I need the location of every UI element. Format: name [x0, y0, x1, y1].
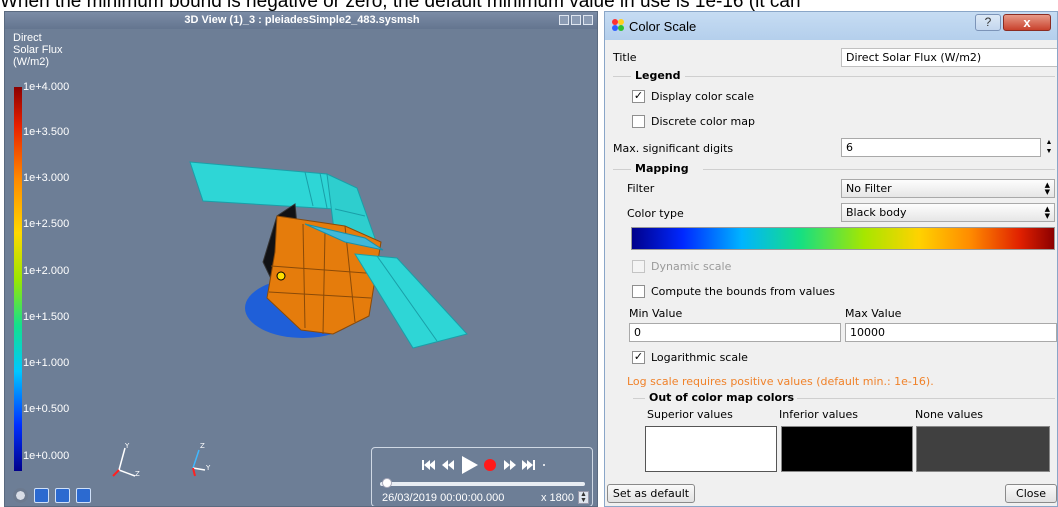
help-button[interactable]: ?: [975, 14, 1001, 31]
max-digits-input[interactable]: 6: [841, 138, 1041, 157]
record-icon[interactable]: [484, 459, 496, 471]
close-button[interactable]: Close: [1005, 484, 1057, 503]
log-scale-warning: Log scale requires positive values (defa…: [627, 375, 934, 388]
max-digits-spinner[interactable]: ▲ ▼: [1043, 138, 1055, 157]
color-scale-dialog: Color Scale ? x Title Direct Solar Flux …: [604, 11, 1058, 507]
axes-triad-icon: Z Y: [192, 442, 211, 477]
play-icon[interactable]: [462, 456, 478, 474]
divider: [703, 169, 1055, 170]
max-digits-label: Max. significant digits: [613, 142, 734, 155]
time-slider[interactable]: [380, 478, 585, 488]
color-type-label: Color type: [627, 207, 684, 220]
set-as-default-button[interactable]: Set as default: [607, 484, 695, 503]
log-scale-checkbox[interactable]: ✓: [632, 351, 645, 364]
log-scale-label: Logarithmic scale: [651, 351, 748, 364]
title-label: Title: [613, 51, 637, 64]
min-value-label: Min Value: [629, 307, 683, 320]
divider: [633, 398, 645, 399]
none-color-swatch[interactable]: [916, 426, 1050, 472]
more-icon[interactable]: [543, 464, 545, 466]
speed-value: x 1800: [540, 492, 574, 504]
step-forward-icon[interactable]: [504, 460, 516, 470]
compute-bounds-checkbox[interactable]: [632, 285, 645, 298]
max-value-input[interactable]: 10000: [845, 323, 1057, 342]
camera-icon[interactable]: [13, 488, 28, 503]
inferior-values-label: Inferior values: [779, 408, 858, 421]
axis-label-z: Z: [200, 442, 205, 450]
time-control-panel: 26/03/2019 00:00:00.000 x 1800 ▲ ▼: [371, 447, 593, 506]
document-caption: When the minimum bound is negative or ze…: [0, 0, 801, 11]
display-color-scale-checkbox[interactable]: ✓: [632, 90, 645, 103]
updown-arrow-icon: ▲ ▼: [1044, 181, 1050, 196]
out-of-map-section-header: Out of color map colors: [649, 391, 795, 404]
mapping-section-header: Mapping: [635, 162, 689, 175]
superior-color-swatch[interactable]: [645, 426, 777, 472]
color-type-select-value: Black body: [846, 206, 907, 219]
speed-spinner[interactable]: ▲ ▼: [578, 491, 589, 504]
step-back-icon[interactable]: [442, 460, 454, 470]
settings-icon[interactable]: [34, 488, 49, 503]
dynamic-scale-label: Dynamic scale: [651, 260, 732, 273]
inferior-color-swatch[interactable]: [781, 426, 913, 472]
first-frame-icon[interactable]: [422, 460, 435, 470]
divider: [613, 76, 631, 77]
discrete-color-map-label: Discrete color map: [651, 115, 755, 128]
time-slider-handle[interactable]: [382, 478, 392, 488]
legend-section-header: Legend: [635, 69, 681, 82]
dialog-title: Color Scale: [629, 19, 697, 34]
view-toolbar: [13, 488, 91, 503]
axis-label-z: Z: [135, 470, 140, 478]
dynamic-scale-checkbox[interactable]: [632, 260, 645, 273]
filter-select-value: No Filter: [846, 182, 892, 195]
last-frame-icon[interactable]: [522, 460, 535, 470]
title-input[interactable]: Direct Solar Flux (W/m2): [841, 48, 1057, 67]
color-type-select[interactable]: Black body ▲ ▼: [841, 203, 1055, 222]
3d-view-window[interactable]: 3D View (1)_3 : pleiadesSimple2_483.sysm…: [4, 11, 598, 507]
none-values-label: None values: [915, 408, 983, 421]
compute-bounds-label: Compute the bounds from values: [651, 285, 835, 298]
axis-label-y: Y: [124, 442, 130, 450]
min-value-input[interactable]: 0: [629, 323, 841, 342]
current-date: 26/03/2019 00:00:00.000: [382, 492, 505, 504]
display-color-scale-label: Display color scale: [651, 90, 754, 103]
superior-values-label: Superior values: [647, 408, 733, 421]
divider: [613, 169, 631, 170]
axis-label-y: Y: [205, 464, 211, 472]
playback-controls: [422, 456, 545, 474]
max-value-label: Max Value: [845, 307, 902, 320]
divider: [685, 76, 1055, 77]
lock-icon[interactable]: [76, 488, 91, 503]
palette-icon: [612, 19, 624, 31]
filter-label: Filter: [627, 182, 655, 195]
updown-arrow-icon: ▲ ▼: [1044, 205, 1050, 220]
fit-view-icon[interactable]: [55, 488, 70, 503]
solar-panel-left: [189, 161, 336, 210]
axes-triad-icon: Y Z: [112, 442, 140, 478]
close-window-button[interactable]: x: [1003, 14, 1051, 31]
discrete-color-map-checkbox[interactable]: [632, 115, 645, 128]
dialog-title-bar[interactable]: Color Scale ? x: [605, 12, 1057, 40]
color-map-preview: [631, 227, 1055, 250]
divider: [797, 398, 1055, 399]
satellite-model[interactable]: [5, 12, 598, 507]
filter-select[interactable]: No Filter ▲ ▼: [841, 179, 1055, 198]
